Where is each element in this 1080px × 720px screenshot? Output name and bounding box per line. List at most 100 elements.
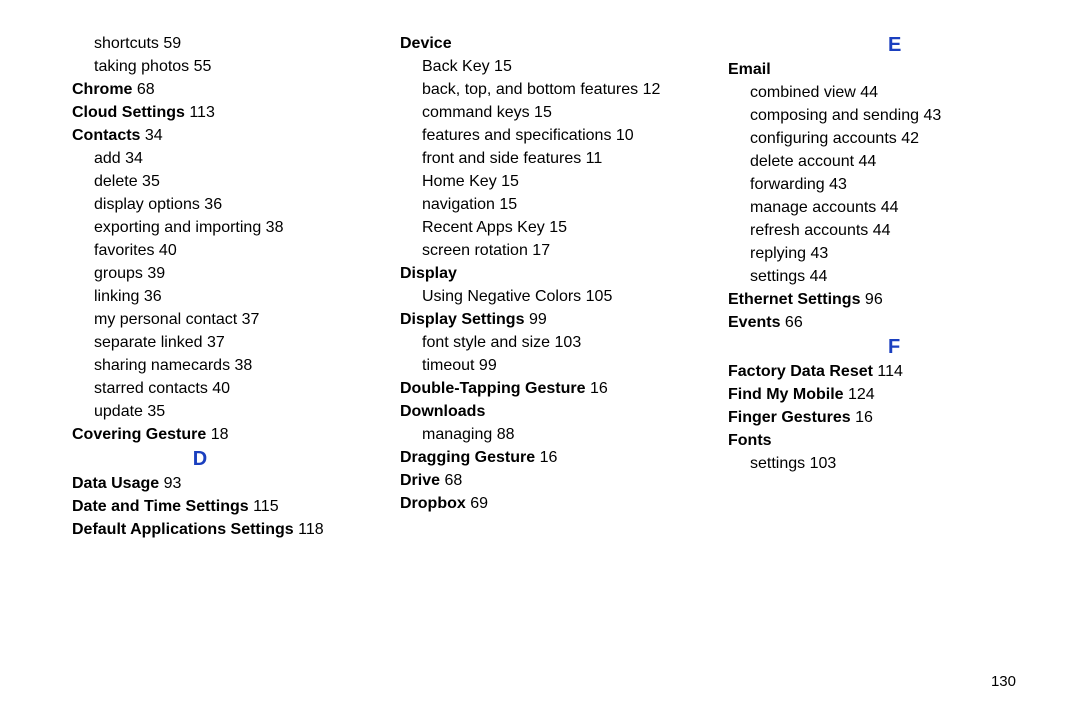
index-subentry: shortcuts 59: [72, 32, 368, 55]
index-entry-page: 44: [860, 84, 878, 101]
index-entry-text: update: [94, 403, 143, 420]
index-subentry: refresh accounts 44: [728, 219, 1024, 242]
index-entry-page: 18: [211, 426, 229, 443]
index-columns: shortcuts 59taking photos 55Chrome 68Clo…: [72, 32, 1024, 541]
index-entry-text: taking photos: [94, 58, 189, 75]
index-entry-page: 39: [147, 265, 165, 282]
index-heading: Events 66: [728, 311, 1024, 334]
index-subentry: configuring accounts 42: [728, 127, 1024, 150]
index-heading: Ethernet Settings 96: [728, 288, 1024, 311]
index-column-1: shortcuts 59taking photos 55Chrome 68Clo…: [72, 32, 368, 541]
section-letter-F: F: [888, 334, 1024, 360]
index-heading: Find My Mobile 124: [728, 383, 1024, 406]
index-entry-page: 15: [534, 104, 552, 121]
index-entry-text: starred contacts: [94, 380, 208, 397]
index-entry-page: 37: [207, 334, 225, 351]
index-subentry: add 34: [72, 147, 368, 170]
index-entry-page: 103: [555, 334, 582, 351]
index-entry-page: 55: [194, 58, 212, 75]
index-entry-page: 114: [877, 363, 903, 380]
index-subentry: replying 43: [728, 242, 1024, 265]
index-entry-text: manage accounts: [750, 199, 876, 216]
index-entry-page: 15: [501, 173, 519, 190]
index-heading: Device: [400, 32, 696, 55]
index-subentry: my personal contact 37: [72, 308, 368, 331]
index-heading: Downloads: [400, 400, 696, 423]
index-entry-page: 68: [444, 472, 462, 489]
index-heading: Date and Time Settings 115: [72, 495, 368, 518]
index-entry-text: Dropbox: [400, 495, 466, 512]
index-subentry: front and side features 11: [400, 147, 696, 170]
index-entry-text: Home Key: [422, 173, 497, 190]
index-subentry: Using Negative Colors 105: [400, 285, 696, 308]
index-entry-page: 96: [865, 291, 883, 308]
index-entry-page: 17: [532, 242, 550, 259]
index-entry-text: navigation: [422, 196, 495, 213]
section-letter-D: D: [72, 446, 328, 472]
index-entry-text: Using Negative Colors: [422, 288, 581, 305]
index-subentry: settings 44: [728, 265, 1024, 288]
index-entry-text: front and side features: [422, 150, 581, 167]
index-entry-text: configuring accounts: [750, 130, 897, 147]
index-subentry: display options 36: [72, 193, 368, 216]
page-number: 130: [991, 673, 1016, 690]
index-heading: Finger Gestures 16: [728, 406, 1024, 429]
index-subentry: composing and sending 43: [728, 104, 1024, 127]
index-subentry: linking 36: [72, 285, 368, 308]
index-entry-page: 44: [859, 153, 877, 170]
index-entry-text: Factory Data Reset: [728, 363, 873, 380]
index-entry-text: Downloads: [400, 403, 485, 420]
section-letter-E: E: [888, 32, 1024, 58]
index-entry-page: 68: [137, 81, 155, 98]
index-entry-text: features and specifications: [422, 127, 611, 144]
index-entry-text: refresh accounts: [750, 222, 868, 239]
index-entry-text: screen rotation: [422, 242, 528, 259]
index-subentry: settings 103: [728, 452, 1024, 475]
index-entry-page: 43: [923, 107, 941, 124]
index-entry-text: combined view: [750, 84, 856, 101]
index-entry-text: favorites: [94, 242, 154, 259]
index-subentry: navigation 15: [400, 193, 696, 216]
index-subentry: font style and size 103: [400, 331, 696, 354]
index-heading: Factory Data Reset 114: [728, 360, 1024, 383]
index-subentry: taking photos 55: [72, 55, 368, 78]
index-entry-text: linking: [94, 288, 139, 305]
index-entry-text: Chrome: [72, 81, 132, 98]
index-entry-page: 35: [142, 173, 160, 190]
index-entry-text: display options: [94, 196, 200, 213]
index-entry-page: 15: [499, 196, 517, 213]
index-entry-text: Find My Mobile: [728, 386, 844, 403]
index-entry-page: 118: [298, 521, 324, 538]
index-entry-page: 35: [147, 403, 165, 420]
index-entry-page: 10: [616, 127, 634, 144]
index-heading: Dragging Gesture 16: [400, 446, 696, 469]
index-entry-text: Contacts: [72, 127, 140, 144]
index-subentry: update 35: [72, 400, 368, 423]
index-entry-text: add: [94, 150, 121, 167]
index-entry-text: settings: [750, 455, 805, 472]
index-entry-page: 43: [829, 176, 847, 193]
section-letter-label: E: [888, 34, 901, 56]
index-subentry: back, top, and bottom features 12: [400, 78, 696, 101]
index-entry-text: Default Applications Settings: [72, 521, 294, 538]
index-entry-text: Fonts: [728, 432, 772, 449]
index-heading: Contacts 34: [72, 124, 368, 147]
index-entry-text: Email: [728, 61, 771, 78]
index-heading: Dropbox 69: [400, 492, 696, 515]
index-entry-text: back, top, and bottom features: [422, 81, 638, 98]
index-entry-page: 36: [144, 288, 162, 305]
index-column-3: E Email combined view 44 composing and send…: [728, 32, 1024, 541]
index-subentry: delete 35: [72, 170, 368, 193]
index-subentry: features and specifications 10: [400, 124, 696, 147]
index-entry-text: Finger Gestures: [728, 409, 851, 426]
index-heading: Fonts: [728, 429, 1024, 452]
index-entry-page: 16: [540, 449, 558, 466]
index-entry-text: Device: [400, 35, 452, 52]
index-entry-page: 12: [643, 81, 661, 98]
index-entry-text: font style and size: [422, 334, 550, 351]
index-entry-page: 99: [529, 311, 547, 328]
index-entry-page: 105: [586, 288, 613, 305]
index-entry-page: 15: [549, 219, 567, 236]
index-entry-text: groups: [94, 265, 143, 282]
index-entry-text: Drive: [400, 472, 440, 489]
